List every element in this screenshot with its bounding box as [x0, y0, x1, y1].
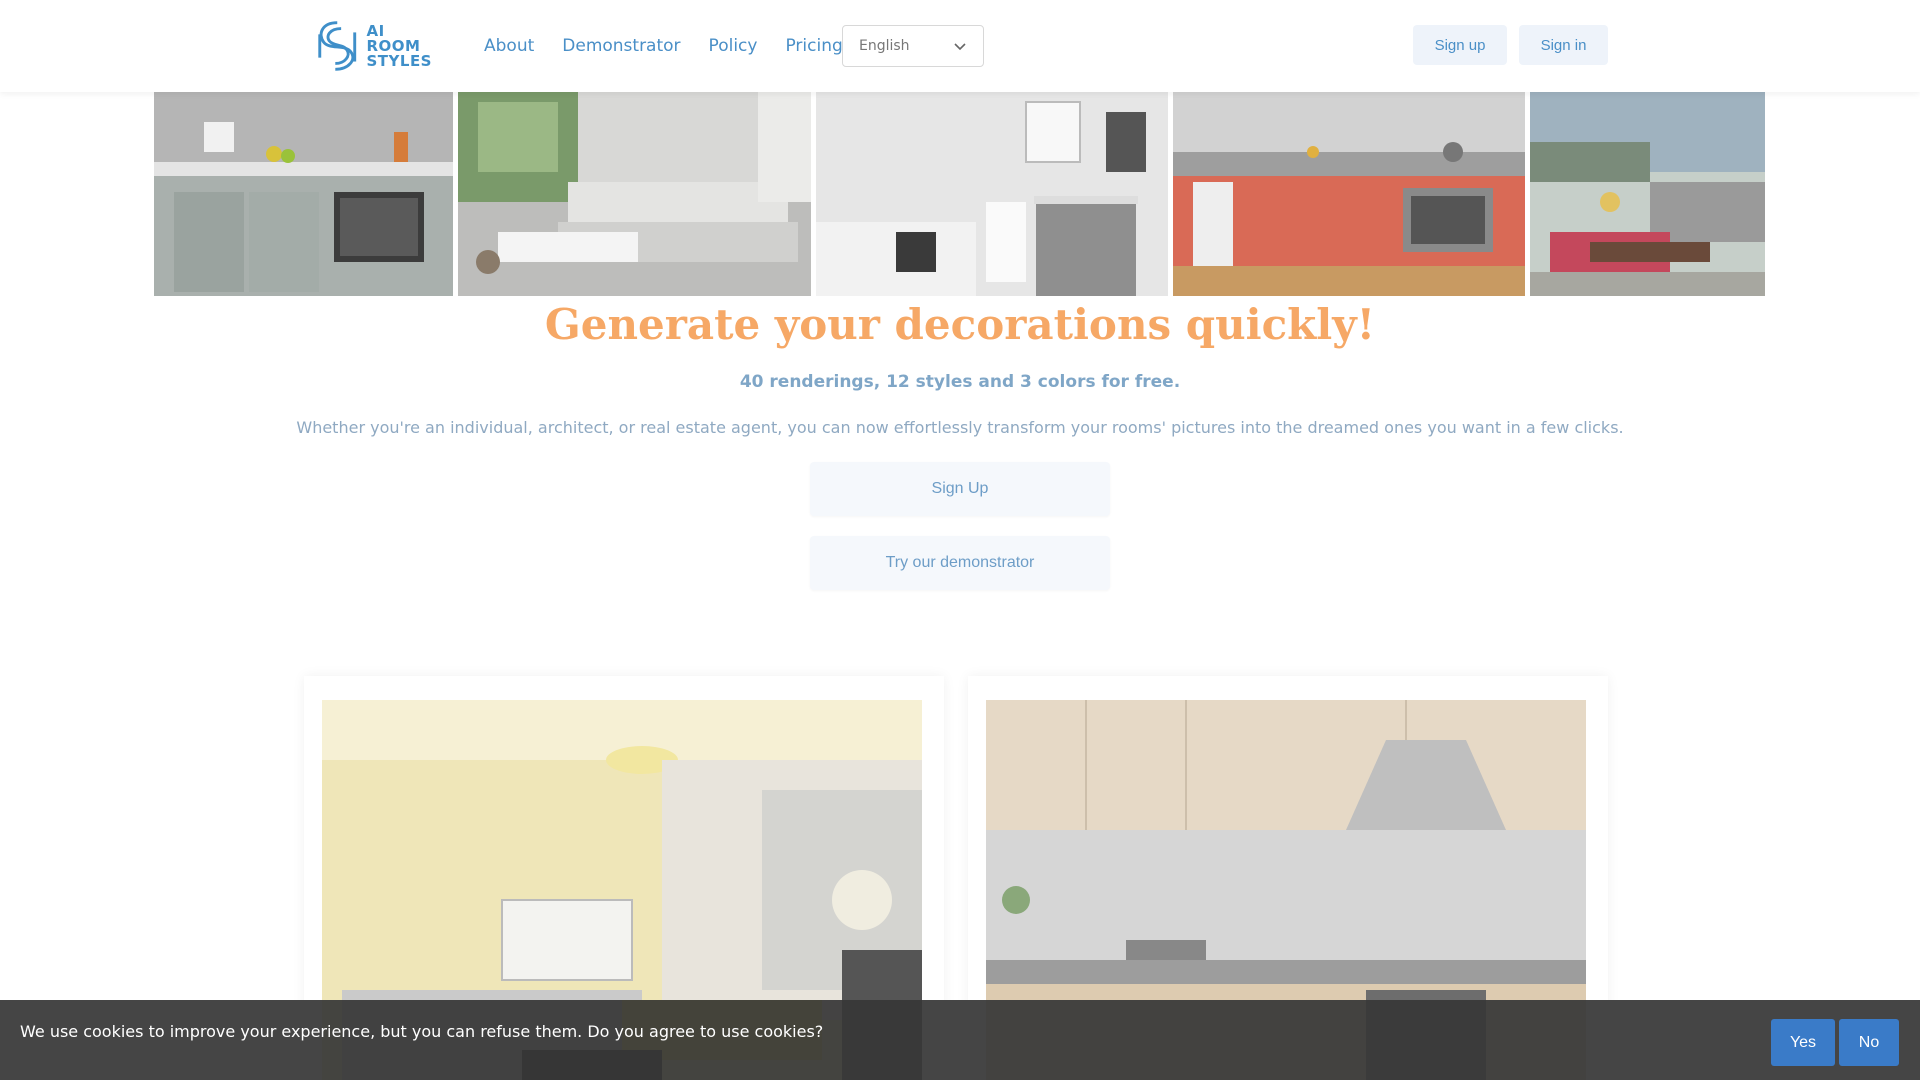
nav-pricing[interactable]: Pricing	[785, 36, 842, 56]
room-gallery	[154, 92, 1766, 296]
main-nav: About Demonstrator Policy Pricing	[484, 0, 843, 92]
cookie-refuse-button[interactable]: No	[1839, 1019, 1899, 1066]
nav-policy[interactable]: Policy	[709, 36, 758, 56]
language-select[interactable]: English	[842, 25, 984, 67]
hero-signup-button[interactable]: Sign Up	[810, 462, 1110, 516]
cookie-accept-button[interactable]: Yes	[1771, 1019, 1835, 1066]
signup-button[interactable]: Sign up	[1413, 25, 1507, 65]
top-navbar: AI ROOM STYLES About Demonstrator Policy…	[0, 0, 1920, 92]
language-value: English	[859, 38, 910, 54]
try-demonstrator-button[interactable]: Try our demonstrator	[810, 536, 1110, 590]
nav-demonstrator[interactable]: Demonstrator	[562, 36, 680, 56]
gallery-image-living-room-white-sofa	[458, 92, 811, 296]
logo-icon	[318, 21, 357, 71]
hero-subtitle: 40 renderings, 12 styles and 3 colors fo…	[739, 372, 1181, 392]
brand-logo[interactable]: AI ROOM STYLES	[312, 16, 432, 76]
nav-about[interactable]: About	[484, 36, 534, 56]
chevron-down-icon	[954, 43, 966, 51]
cookie-banner: We use cookies to improve your experienc…	[0, 1000, 1920, 1080]
brand-wordmark: AI ROOM STYLES	[366, 23, 432, 70]
hero-description: Whether you're an individual, architect,…	[296, 418, 1624, 437]
gallery-image-bathroom-white	[816, 92, 1168, 296]
hero-title: Generate your decorations quickly!	[544, 300, 1376, 349]
cookie-message: We use cookies to improve your experienc…	[20, 1022, 824, 1041]
gallery-image-kitchen-gray	[154, 92, 453, 296]
signin-button[interactable]: Sign in	[1519, 25, 1608, 65]
gallery-image-kitchen-red	[1173, 92, 1525, 296]
gallery-image-living-room-terrace	[1530, 92, 1765, 296]
brand-line-3: STYLES	[366, 51, 432, 70]
